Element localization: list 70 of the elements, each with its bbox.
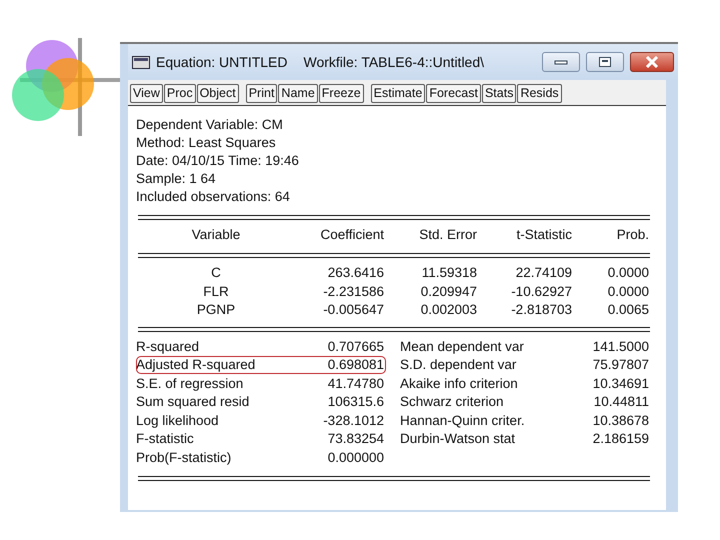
stat-value: 2.186159 (592, 430, 649, 448)
table-cell-text: -10.62927 (510, 282, 572, 300)
column-header: Variable (190, 226, 242, 244)
stat-value: 106315.6 (326, 393, 384, 411)
table-cell-text: -2.818703 (510, 301, 572, 319)
toolbar-button[interactable]: Name (278, 84, 318, 103)
stat-value: 75.97807 (592, 356, 649, 374)
stat-value: -328.1012 (322, 412, 384, 430)
stat-value: 73.83254 (326, 430, 384, 448)
stat-label: Adjusted R-squared (136, 356, 256, 374)
toolbar-button[interactable]: Stats (482, 84, 516, 103)
info-line: Dependent Variable: CM (136, 116, 284, 134)
toolbar-button[interactable]: Forecast (426, 84, 481, 103)
stat-value: 10.38678 (592, 412, 649, 430)
table-cell-text: 0.0000 (606, 282, 649, 300)
table-cell-text: C (210, 264, 222, 282)
stat-label: Akaike info criterion (400, 374, 519, 392)
stat-label: S.D. dependent var (400, 356, 518, 374)
toolbar-button[interactable]: Object (196, 84, 239, 103)
stat-label: F-statistic (136, 430, 195, 448)
close-button[interactable] (630, 52, 674, 72)
table-cell-text: 22.74109 (514, 264, 572, 282)
maximize-button[interactable] (586, 52, 624, 72)
stat-label: Durbin-Watson stat (400, 430, 516, 448)
window-title: Equation: UNTITLED (156, 54, 288, 70)
stat-label: Hannan-Quinn criter. (400, 412, 526, 430)
stat-value: 0.000000 (326, 448, 384, 466)
column-header: Std. Error (418, 226, 477, 244)
table-cell-text: 0.002003 (420, 301, 477, 319)
info-line: Sample: 1 64 (136, 170, 217, 188)
table-cell-text: -2.231586 (322, 282, 384, 300)
stat-value: 0.707665 (326, 338, 384, 356)
column-header: Coefficient (319, 226, 384, 244)
workfile-title: Workfile: TABLE6-4::Untitled\ (304, 54, 484, 70)
stat-value: 41.74780 (326, 374, 384, 392)
toolbar-button[interactable]: Estimate (370, 84, 426, 103)
stat-value: 10.44811 (592, 393, 649, 411)
toolbar-button[interactable]: Resids (517, 84, 562, 103)
table-cell-text: PGNP (196, 301, 236, 319)
maximize-icon (599, 57, 611, 67)
table-cell-text: FLR (202, 282, 230, 300)
stat-label: Sum squared resid (136, 393, 250, 411)
stat-value: 10.34691 (592, 374, 649, 392)
stat-value: 0.698081 (326, 356, 384, 374)
table-cell-text: 0.0000 (606, 264, 649, 282)
column-header: t-Statistic (515, 226, 572, 244)
info-line: Method: Least Squares (136, 134, 277, 152)
stat-value: 141.5000 (592, 338, 649, 356)
close-icon (645, 56, 659, 68)
table-cell-text: 0.209947 (420, 282, 477, 300)
stat-label: Log likelihood (136, 412, 220, 430)
stat-label: R-squared (136, 338, 200, 356)
toolbar-button[interactable]: Print (246, 84, 278, 103)
info-line: Date: 04/10/15 Time: 19:46 (136, 152, 300, 170)
stat-label: Schwarz criterion (400, 393, 505, 411)
window-icon (132, 56, 150, 68)
table-cell-text: 11.59318 (420, 264, 477, 282)
stat-label: S.E. of regression (136, 374, 244, 393)
toolbar-button[interactable]: View (130, 84, 163, 103)
table-cell-text: 263.6416 (326, 264, 384, 282)
toolbar-button[interactable]: Proc (164, 84, 196, 103)
stat-label: Prob(F-statistic) (136, 448, 232, 467)
toolbar-button[interactable]: Freeze (318, 84, 364, 103)
stat-label: Mean dependent var (400, 338, 525, 356)
minimize-icon (554, 59, 568, 65)
table-cell-text: 0.0065 (606, 301, 649, 319)
column-header: Prob. (616, 226, 649, 244)
table-cell-text: -0.005647 (322, 301, 384, 319)
minimize-button[interactable] (542, 52, 580, 72)
info-line: Included observations: 64 (136, 188, 291, 206)
